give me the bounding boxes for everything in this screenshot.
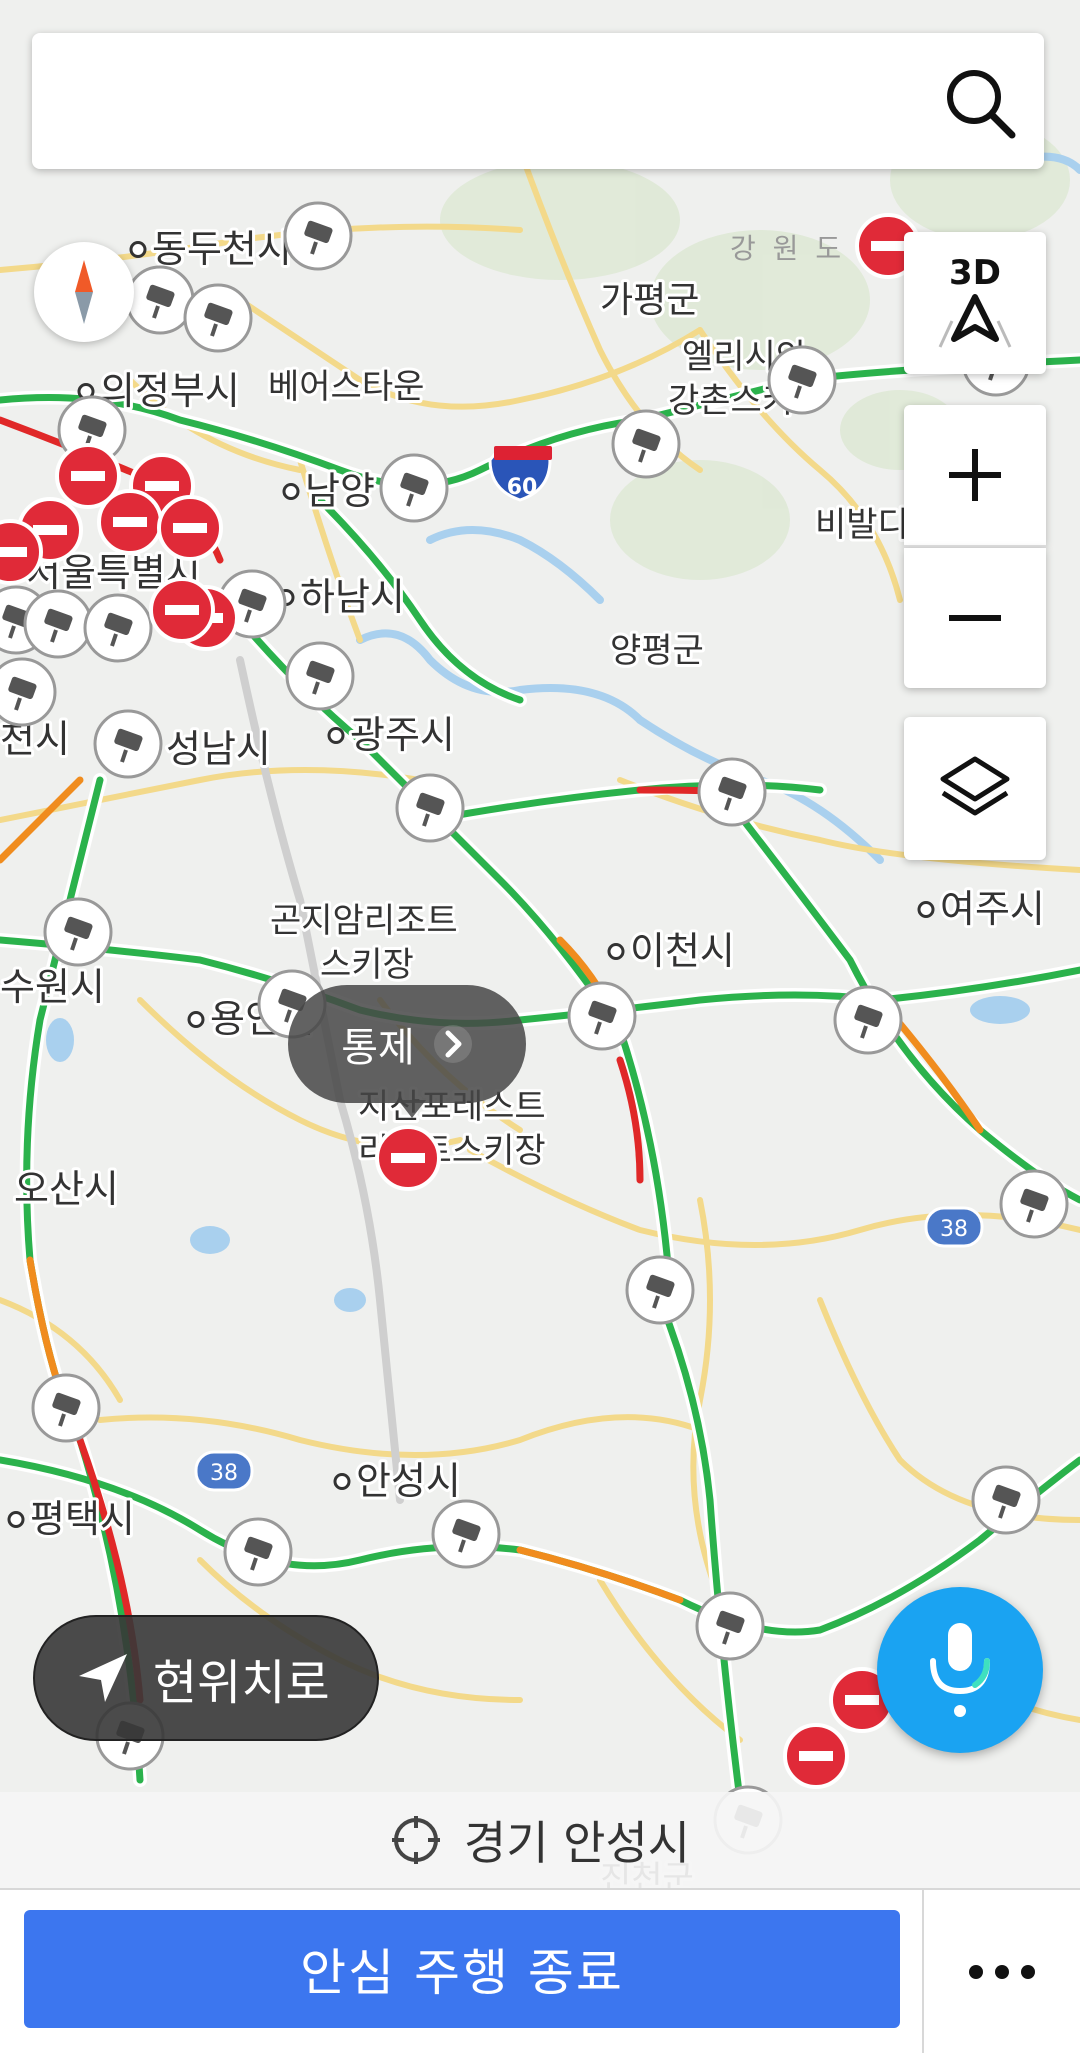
speed-camera-icon[interactable] <box>833 985 903 1055</box>
speed-camera-icon[interactable] <box>697 757 767 827</box>
speed-camera-icon[interactable] <box>999 1169 1069 1239</box>
speed-camera-icon[interactable] <box>23 589 93 659</box>
layers-button[interactable] <box>904 717 1046 860</box>
location-arrow-icon <box>79 1654 127 1702</box>
route-shield-38-east: 38 <box>940 1217 968 1242</box>
road-closure-icon[interactable] <box>157 495 223 561</box>
speed-camera-icon[interactable] <box>379 453 449 523</box>
speed-camera-icon[interactable] <box>971 1465 1041 1535</box>
speed-camera-icon[interactable] <box>625 1255 695 1325</box>
speed-camera-icon[interactable] <box>183 283 253 353</box>
chevron-right-icon <box>433 1025 472 1063</box>
end-safe-drive-button[interactable]: 안심 주행 종료 <box>24 1910 900 2028</box>
route-shield-38-west: 38 <box>210 1461 238 1486</box>
province-label: 강 원 도 <box>730 232 845 265</box>
search-bar[interactable] <box>32 33 1044 169</box>
crosshair-icon <box>391 1816 440 1864</box>
speed-camera-icon[interactable] <box>223 1517 293 1587</box>
place-label: 이천시 <box>630 929 735 973</box>
locate-button-label: 현위치로 <box>153 1655 330 1711</box>
control-badge-pointer <box>398 1100 426 1118</box>
place-label: 양평군 <box>610 631 704 671</box>
speed-camera-icon[interactable] <box>431 1499 501 1569</box>
current-address: 경기 안성시 <box>463 1816 691 1870</box>
bottom-bar: 안심 주행 종료 <box>0 1888 1080 2053</box>
place-dot-icon <box>327 726 345 744</box>
compass-icon <box>75 260 93 324</box>
place-label: 가평군 <box>600 280 699 321</box>
place-dot-icon <box>187 1010 205 1028</box>
microphone-icon <box>930 1623 990 1717</box>
more-dot-icon <box>1021 1964 1035 1979</box>
minus-icon <box>949 615 1001 621</box>
place-label: 여주시 <box>940 887 1045 931</box>
speed-camera-icon[interactable] <box>43 897 113 967</box>
place-label: 성남시 <box>166 727 271 771</box>
speed-camera-icon[interactable] <box>31 1373 101 1443</box>
place-label: 남양 <box>305 469 375 513</box>
current-address-bar: 경기 안성시 <box>0 1792 1080 1888</box>
layers-icon <box>940 756 1010 815</box>
control-badge-label: 통제 <box>341 1025 415 1071</box>
speed-camera-icon[interactable] <box>611 409 681 479</box>
speed-camera-icon[interactable] <box>83 593 153 663</box>
route-shield-60: 60 <box>507 475 538 500</box>
road-closure-icon[interactable] <box>783 1723 849 1789</box>
compass-button[interactable] <box>34 242 134 342</box>
locate-button[interactable]: 현위치로 <box>33 1615 379 1741</box>
more-options-button[interactable] <box>924 1890 1080 2053</box>
control-badge[interactable]: 통제 <box>288 985 526 1103</box>
place-label: 오산시 <box>14 1167 119 1211</box>
place-label: 스키장 <box>320 945 414 985</box>
speed-camera-icon[interactable] <box>695 1591 765 1661</box>
place-label: 수원시 <box>0 965 105 1009</box>
plus-icon <box>949 449 1001 501</box>
navigation-arrow-icon <box>938 294 1012 348</box>
place-label: 동두천시 <box>152 227 292 271</box>
speed-camera-icon[interactable] <box>0 657 57 727</box>
speed-camera-icon[interactable] <box>285 641 355 711</box>
road-closure-icon[interactable] <box>97 489 163 555</box>
place-dot-icon <box>7 1510 25 1528</box>
road-closure-icon[interactable] <box>375 1125 441 1191</box>
place-label: 하남시 <box>300 575 405 619</box>
view-3d-button[interactable]: 3D <box>904 232 1046 374</box>
place-dot-icon <box>333 1472 351 1490</box>
more-dot-icon <box>995 1964 1009 1979</box>
place-label: 안성시 <box>356 1459 461 1503</box>
voice-button[interactable] <box>877 1587 1043 1753</box>
place-label: 광주시 <box>350 713 455 757</box>
place-dot-icon <box>607 942 625 960</box>
place-dot-icon <box>917 900 935 918</box>
place-dot-icon <box>282 482 300 500</box>
view-3d-label: 3D <box>949 253 1001 293</box>
road-closure-icon[interactable] <box>149 577 215 643</box>
place-label: 평택시 <box>30 1497 135 1541</box>
place-label: 곤지암리조트 <box>270 901 458 941</box>
road-closure-icon[interactable] <box>0 519 43 585</box>
zoom-in-button[interactable] <box>904 405 1046 545</box>
speed-camera-icon[interactable] <box>125 265 195 335</box>
speed-camera-icon[interactable] <box>283 201 353 271</box>
more-dot-icon <box>969 1964 983 1979</box>
speed-camera-icon[interactable] <box>767 345 837 415</box>
speed-camera-icon[interactable] <box>93 709 163 779</box>
search-icon[interactable] <box>940 63 1020 143</box>
place-label: 베어스타운 <box>268 367 424 407</box>
zoom-out-button[interactable] <box>904 548 1046 688</box>
speed-camera-icon[interactable] <box>567 981 637 1051</box>
speed-camera-icon[interactable] <box>395 773 465 843</box>
place-label: 의정부시 <box>100 369 240 413</box>
